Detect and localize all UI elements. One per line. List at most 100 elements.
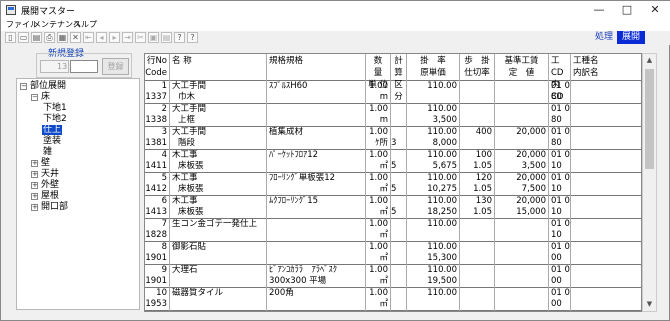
- cell-cd[interactable]: 01 0380: [549, 81, 571, 104]
- cell-cd[interactable]: 01 0810: [549, 219, 571, 242]
- expand-icon[interactable]: +: [31, 171, 38, 178]
- cell-yield[interactable]: 400: [460, 127, 495, 150]
- cell-spec[interactable]: [267, 219, 366, 242]
- cell-qty[interactable]: 1.00 ㎡: [366, 242, 391, 265]
- scroll-up-icon[interactable]: ▲: [643, 54, 656, 67]
- cell-qty[interactable]: 1.00 m: [366, 81, 391, 104]
- table-row[interactable]: 9 1901 大理石 ﾋﾞｱﾝｺｶﾗﾗ ｱﾗﾍﾞｽｸ 300x300 平場 1.00 ㎡ …: [145, 265, 641, 288]
- cell-calc[interactable]: [391, 265, 407, 288]
- cell-spec[interactable]: ﾋﾞｱﾝｺｶﾗﾗ ｱﾗﾍﾞｽｸ 300x300 平場: [267, 265, 366, 288]
- cell-work[interactable]: [571, 242, 641, 265]
- cell-cd[interactable]: 01 0310: [549, 196, 571, 219]
- cell-calc[interactable]: 5: [391, 196, 407, 219]
- first-record-icon[interactable]: ⇤: [83, 32, 94, 43]
- collapse-icon[interactable]: −: [31, 94, 38, 101]
- cell-spec[interactable]: 植集成材: [267, 127, 366, 150]
- cell-rate[interactable]: 110.00: [407, 288, 460, 311]
- cell-cd[interactable]: 01 0380: [549, 104, 571, 127]
- mode-process-label[interactable]: 処理: [592, 31, 616, 44]
- cell-rate[interactable]: 110.00 3,500: [407, 104, 460, 127]
- cell-work[interactable]: [571, 288, 641, 311]
- preview-icon[interactable]: ▦: [57, 32, 68, 43]
- prev-record-icon[interactable]: ◂: [96, 32, 107, 43]
- cell-rowno[interactable]: 5 1412: [145, 173, 170, 196]
- delete-icon[interactable]: ✕: [70, 32, 81, 43]
- cell-spec[interactable]: ﾌﾛｰﾘﾝｸﾞ単板張12: [267, 173, 366, 196]
- save-icon[interactable]: ▤: [31, 32, 42, 43]
- cell-work[interactable]: [571, 265, 641, 288]
- cell-yield[interactable]: [460, 242, 495, 265]
- cell-yield[interactable]: [460, 81, 495, 104]
- tree-node[interactable]: − 部位展開: [20, 81, 67, 92]
- cell-calc[interactable]: 3: [391, 127, 407, 150]
- cell-spec[interactable]: ｽﾌﾟﾙｽH60: [267, 81, 366, 104]
- cell-name[interactable]: 大理石: [170, 265, 267, 288]
- tree-node[interactable]: 下地1: [42, 103, 68, 114]
- cell-calc[interactable]: [391, 219, 407, 242]
- cell-calc[interactable]: [391, 81, 407, 104]
- table-row[interactable]: 11337大工手間巾木ｽﾌﾟﾙｽH60 1.00m 110.00 01 0380: [145, 81, 641, 104]
- header-calc[interactable]: 計算 区分: [391, 54, 407, 102]
- tree-node[interactable]: 仕上: [42, 125, 63, 136]
- cell-base[interactable]: 20,000: [495, 127, 549, 150]
- cell-rate[interactable]: 110.00: [407, 219, 460, 242]
- cell-base[interactable]: [495, 219, 549, 242]
- header-qty[interactable]: 数 量単 位: [366, 54, 391, 90]
- cell-spec[interactable]: 200角: [267, 288, 366, 311]
- cell-spec[interactable]: ﾊﾟｰｹｯﾄﾌﾛｱ12: [267, 150, 366, 173]
- header-base[interactable]: 基準工賃定 値: [495, 54, 549, 81]
- print-icon[interactable]: ⎙: [44, 32, 55, 43]
- table-row[interactable]: 81901御影石貼 1.00㎡ 110.0015,300 01 0900: [145, 242, 641, 265]
- help-icon[interactable]: ?: [187, 32, 198, 43]
- cell-work[interactable]: [571, 219, 641, 242]
- cell-name[interactable]: 大工手間 上框: [170, 104, 267, 127]
- cell-yield[interactable]: 130 1.05: [460, 196, 495, 219]
- cell-calc[interactable]: [391, 242, 407, 265]
- cell-work[interactable]: [571, 173, 641, 196]
- table-row[interactable]: 5 1412 木工事 床板張 ﾌﾛｰﾘﾝｸﾞ単板張12 1.00 ㎡ 5 110.00 10,…: [145, 173, 641, 196]
- tree-node[interactable]: − 床: [31, 92, 51, 103]
- cell-qty[interactable]: 1.00 ㎡: [366, 288, 391, 311]
- cell-rowno[interactable]: 8 1901: [145, 242, 170, 265]
- cell-rowno[interactable]: 1 1337: [145, 81, 170, 104]
- cell-work[interactable]: [571, 127, 641, 150]
- cell-qty[interactable]: 1.00 ㎡: [366, 196, 391, 219]
- expand-icon[interactable]: +: [31, 204, 38, 211]
- cell-yield[interactable]: [460, 104, 495, 127]
- cell-base[interactable]: 20,000 3,500: [495, 150, 549, 173]
- tree-node[interactable]: + 天井: [31, 169, 60, 180]
- cell-rate[interactable]: 110.00 8,000: [407, 127, 460, 150]
- cell-rowno[interactable]: 7 1828: [145, 219, 170, 242]
- expand-icon[interactable]: +: [31, 160, 38, 167]
- cell-base[interactable]: [495, 288, 549, 311]
- cell-name[interactable]: 木工事 床板張: [170, 150, 267, 173]
- cell-yield[interactable]: [460, 219, 495, 242]
- last-record-icon[interactable]: ⇥: [122, 32, 133, 43]
- tree-node[interactable]: 雑: [42, 147, 53, 158]
- expansion-grid[interactable]: 行No Code 名 称規格規格数 量単 位計算 区分掛 率原単価歩 掛仕切率 基準工賃…: [144, 53, 642, 312]
- cell-rowno[interactable]: 9 1901: [145, 265, 170, 288]
- next-record-icon[interactable]: ▸: [109, 32, 120, 43]
- context-help-icon[interactable]: ?: [174, 32, 185, 43]
- cell-calc[interactable]: [391, 104, 407, 127]
- header-spec[interactable]: 規格規格: [267, 54, 366, 81]
- cell-rowno[interactable]: 2 1338: [145, 104, 170, 127]
- register-button[interactable]: 登録: [102, 58, 129, 75]
- cell-rowno[interactable]: 6 1413: [145, 196, 170, 219]
- cell-cd[interactable]: 01 0900: [549, 265, 571, 288]
- header-name[interactable]: 名 称: [170, 54, 267, 81]
- table-row[interactable]: 101953磁器質タイル 200角 1.00㎡ 110.00 01 0900: [145, 288, 641, 311]
- scroll-down-icon[interactable]: ▼: [643, 298, 656, 311]
- cell-spec[interactable]: [267, 104, 366, 127]
- table-row[interactable]: 6 1413 木工事 床板張 ﾑｸﾌﾛｰﾘﾝｸﾞ15 1.00 ㎡ 5 110.00 18,2…: [145, 196, 641, 219]
- category-tree[interactable]: − 部位展開 − 床下地1 下地2 仕上 塗装雑 + 壁 + 天井 + 外壁 + 屋根 + 開口部: [16, 78, 140, 310]
- cell-base[interactable]: 20,000 7,500: [495, 173, 549, 196]
- table-row[interactable]: 71828生コン金ゴテ一発仕上 1.00㎡ 110.00 01 0810: [145, 219, 641, 242]
- cell-calc[interactable]: 5: [391, 173, 407, 196]
- paste-icon[interactable]: ▤: [161, 32, 172, 43]
- cut-icon[interactable]: ✂: [135, 32, 146, 43]
- header-yield[interactable]: 歩 掛仕切率: [460, 54, 495, 81]
- header-cd[interactable]: 工CD 内CD: [549, 54, 571, 102]
- cell-rate[interactable]: 110.00 5,675: [407, 150, 460, 173]
- cell-calc[interactable]: [391, 288, 407, 311]
